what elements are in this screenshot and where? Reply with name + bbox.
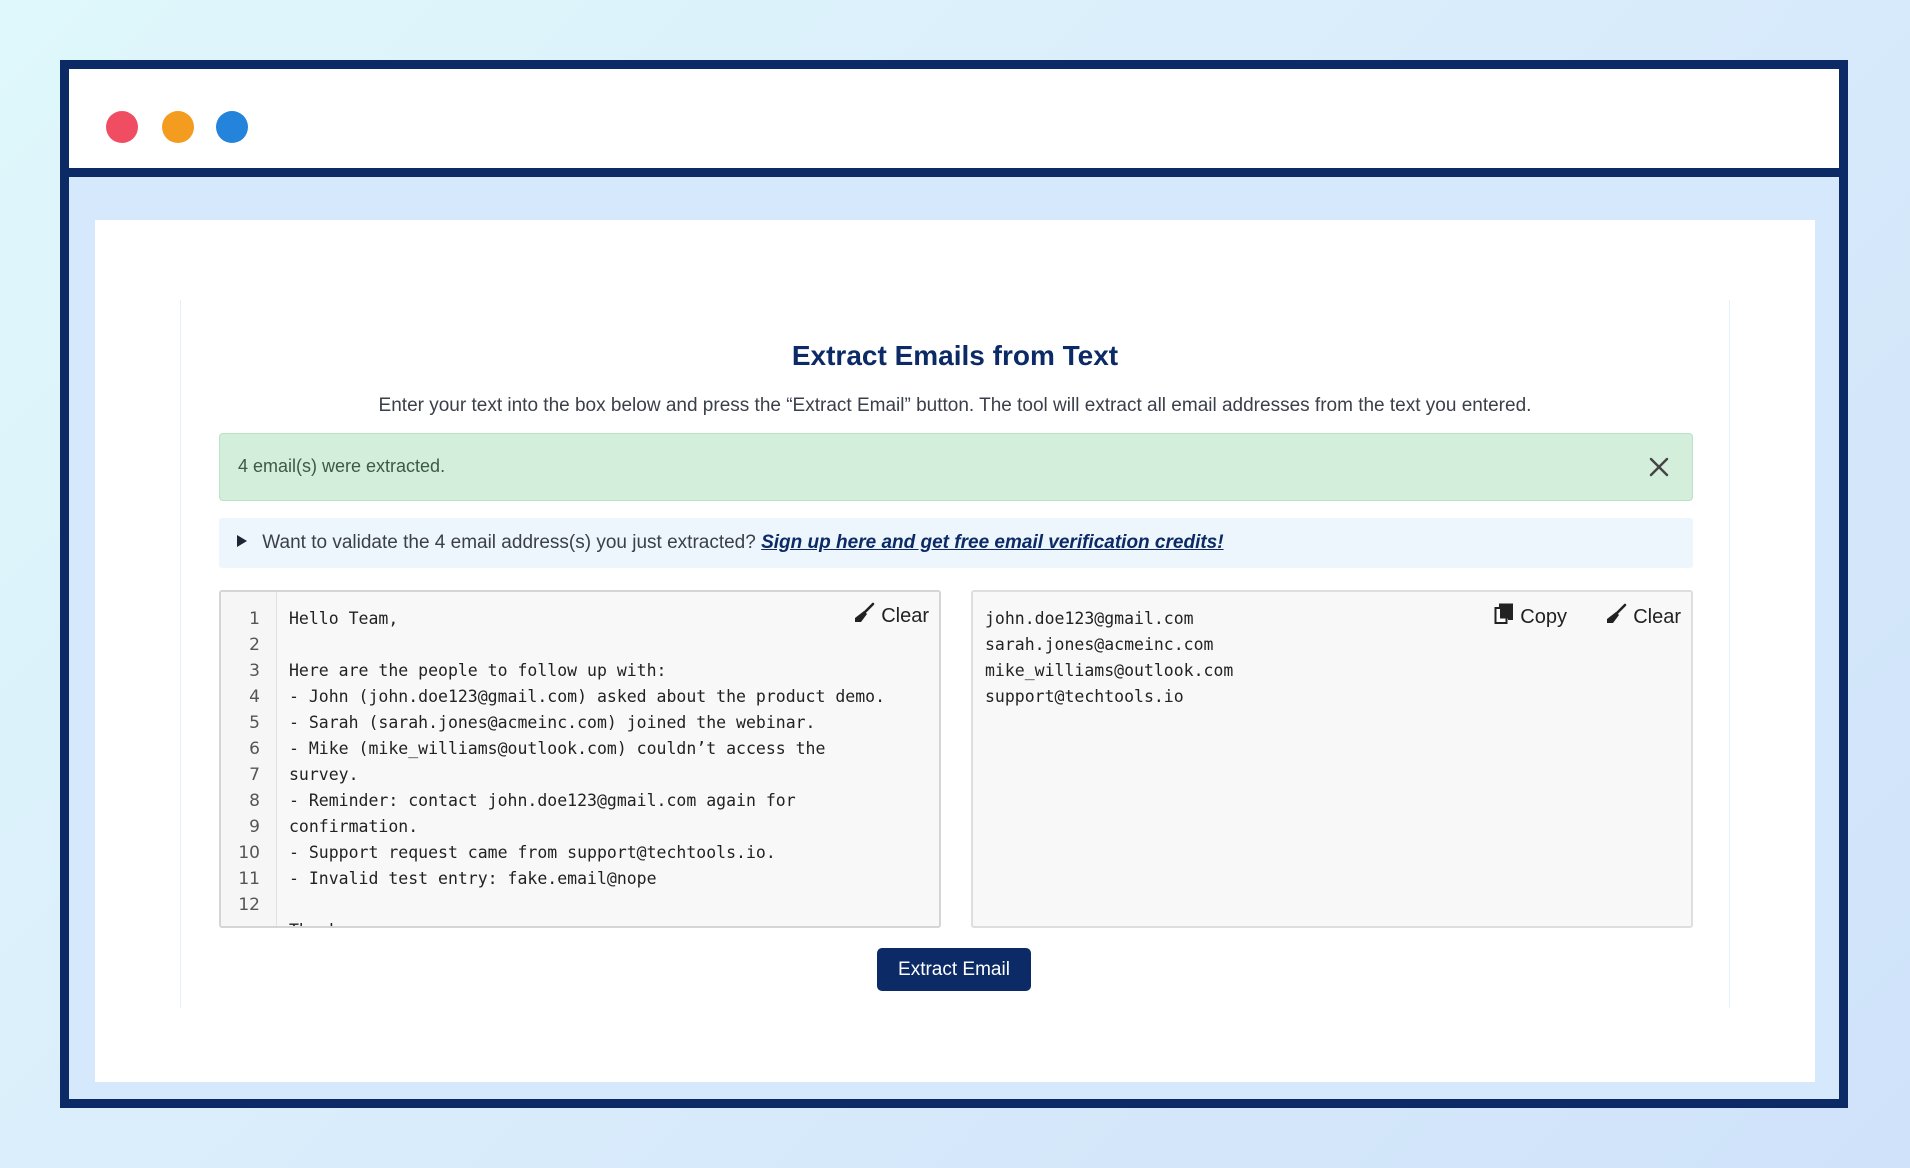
extracted-emails-output[interactable]: john.doe123@gmail.com sarah.jones@acmeinc… — [971, 590, 1693, 928]
code-line: Hello Team, — [289, 609, 399, 628]
email-item: mike_williams@outlook.com — [985, 661, 1234, 680]
page-title: Extract Emails from Text — [791, 340, 1119, 371]
line-number: 9 — [249, 817, 260, 837]
disclosure-triangle-icon — [237, 535, 247, 547]
clear-output-label: Clear — [1633, 605, 1681, 628]
line-number: 4 — [249, 687, 260, 707]
code-line: - Sarah (sarah.jones@acmeinc.com) joined… — [289, 713, 816, 732]
line-number: 11 — [238, 869, 260, 889]
clear-input-button[interactable]: Clear — [853, 602, 929, 630]
code-line: Thanks — [289, 918, 929, 926]
code-line: - John (john.doe123@gmail.com) asked abo… — [289, 687, 886, 706]
email-list: john.doe123@gmail.com sarah.jones@acmeinc… — [985, 606, 1233, 710]
page-subtitle: Enter your text into the box below and p… — [378, 395, 1532, 416]
line-number: 2 — [249, 635, 260, 655]
code-line: - Support request came from support@tech… — [289, 843, 776, 862]
signup-link[interactable]: Sign up here and get free email verifica… — [761, 532, 1223, 553]
code-line: - Reminder: contact john.doe123@gmail.co… — [289, 791, 796, 810]
code-line: - Invalid test entry: fake.email@nope — [289, 869, 657, 888]
email-item: support@techtools.io — [985, 687, 1184, 706]
window-titlebar — [69, 69, 1839, 177]
line-number: 1 — [249, 609, 260, 629]
line-number: 8 — [249, 791, 260, 811]
minimize-window-dot[interactable] — [162, 111, 194, 143]
email-item: john.doe123@gmail.com — [985, 609, 1194, 628]
code-line: - Mike (mike_williams@outlook.com) could… — [289, 739, 826, 758]
line-number: 3 — [249, 661, 260, 681]
maximize-window-dot[interactable] — [216, 111, 248, 143]
broom-icon — [1605, 603, 1627, 631]
close-icon[interactable] — [1642, 450, 1676, 484]
text-input-editor[interactable]: 1 2 3 4 5 6 7 8 9 10 11 12 Hello Team, Here are the … — [219, 590, 941, 928]
page-content: Extract Emails from Text Enter your text… — [95, 220, 1815, 1082]
line-number: 7 — [249, 765, 260, 785]
broom-icon — [853, 602, 875, 630]
copy-button[interactable]: Copy — [1494, 603, 1567, 631]
alert-message: 4 email(s) were extracted. — [238, 456, 446, 476]
line-number-gutter: 1 2 3 4 5 6 7 8 9 10 11 12 — [221, 592, 277, 926]
copy-label: Copy — [1520, 605, 1567, 628]
email-item: sarah.jones@acmeinc.com — [985, 635, 1214, 654]
validation-promo[interactable]: Want to validate the 4 email address(s) … — [219, 518, 1693, 568]
code-line: survey. — [289, 765, 359, 784]
tool-card: Extract Emails from Text Enter your text… — [180, 300, 1730, 1008]
close-window-dot[interactable] — [106, 111, 138, 143]
clear-input-label: Clear — [881, 604, 929, 627]
extract-email-button[interactable]: Extract Email — [877, 948, 1031, 991]
line-number: 5 — [249, 713, 260, 733]
promo-text: Want to validate the 4 email address(s) … — [262, 532, 756, 553]
line-number: 6 — [249, 739, 260, 759]
code-line: Here are the people to follow up with: — [289, 661, 667, 680]
browser-window: Extract Emails from Text Enter your text… — [60, 60, 1848, 1108]
line-number: 10 — [238, 843, 260, 863]
success-alert: 4 email(s) were extracted. — [219, 433, 1693, 501]
input-text-area[interactable]: Hello Team, Here are the people to follow… — [289, 606, 929, 926]
code-line: confirmation. — [289, 817, 419, 836]
line-number: 12 — [238, 895, 260, 915]
clear-output-button[interactable]: Clear — [1605, 603, 1681, 631]
copy-icon — [1494, 603, 1514, 631]
